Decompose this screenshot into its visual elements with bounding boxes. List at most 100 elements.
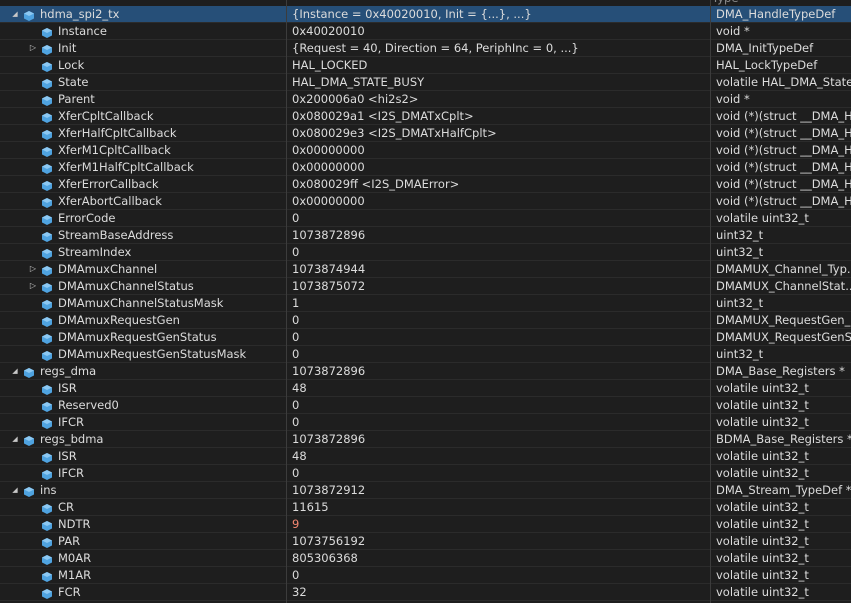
name-cell[interactable]: M1AR xyxy=(0,567,286,583)
value-cell[interactable]: 0x080029a1 <I2S_DMATxCplt> xyxy=(288,108,710,124)
value-cell[interactable]: 48 xyxy=(288,448,710,464)
value-cell[interactable]: 1073872896 xyxy=(288,363,710,379)
value-cell[interactable]: 0 xyxy=(288,312,710,328)
watch-row[interactable]: Reserved0 0 volatile uint32_t xyxy=(0,397,851,414)
watch-row[interactable]: XferErrorCallback 0x080029ff <I2S_DMAErro… xyxy=(0,176,851,193)
watch-row[interactable]: IFCR 0 volatile uint32_t xyxy=(0,465,851,482)
watch-row[interactable]: M1AR 0 volatile uint32_t xyxy=(0,567,851,584)
watch-row[interactable]: DMAmuxRequestGen 0 DMAMUX_RequestGen_... xyxy=(0,312,851,329)
value-cell[interactable]: 0 xyxy=(288,346,710,362)
watch-row[interactable]: FCR 32 volatile uint32_t xyxy=(0,584,851,601)
watch-row[interactable]: DMAmuxRequestGenStatus 0 DMAMUX_RequestGen… xyxy=(0,329,851,346)
value-cell[interactable]: 0x00000000 xyxy=(288,193,710,209)
value-cell[interactable]: 0 xyxy=(288,397,710,413)
name-cell[interactable]: ▷ Init xyxy=(0,40,286,56)
name-cell[interactable]: StreamBaseAddress xyxy=(0,227,286,243)
name-cell[interactable]: ▷ DMAmuxChannel xyxy=(0,261,286,277)
watch-row[interactable]: XferM1CpltCallback 0x00000000 void (*)(str… xyxy=(0,142,851,159)
chevron-right-icon[interactable]: ▷ xyxy=(28,43,38,53)
value-cell[interactable]: 0x080029ff <I2S_DMAError> xyxy=(288,176,710,192)
value-cell[interactable]: 0 xyxy=(288,329,710,345)
value-cell[interactable]: 0 xyxy=(288,210,710,226)
value-cell[interactable]: 0x200006a0 <hi2s2> xyxy=(288,91,710,107)
value-cell[interactable]: 11615 xyxy=(288,499,710,515)
name-cell[interactable]: ◢ regs_dma xyxy=(0,363,286,379)
watch-row[interactable]: ◢ regs_bdma 1073872896 BDMA_Base_Registers … xyxy=(0,431,851,448)
name-cell[interactable]: FCR xyxy=(0,584,286,600)
value-cell[interactable]: 0 xyxy=(288,414,710,430)
name-cell[interactable]: ErrorCode xyxy=(0,210,286,226)
name-cell[interactable]: IFCR xyxy=(0,414,286,430)
value-cell[interactable]: 1073875072 xyxy=(288,278,710,294)
column-separator-value-type[interactable] xyxy=(710,0,711,603)
value-cell[interactable]: 0 xyxy=(288,567,710,583)
value-cell[interactable]: 0x00000000 xyxy=(288,159,710,175)
watch-row[interactable]: CR 11615 volatile uint32_t xyxy=(0,499,851,516)
name-cell[interactable]: ISR xyxy=(0,380,286,396)
value-cell[interactable]: {Instance = 0x40020010, Init = {...}, ..… xyxy=(288,6,710,22)
chevron-down-icon[interactable]: ◢ xyxy=(10,434,20,444)
value-cell[interactable]: 9 xyxy=(288,516,710,532)
value-cell[interactable]: HAL_DMA_STATE_BUSY xyxy=(288,74,710,90)
name-cell[interactable]: DMAmuxRequestGenStatusMask xyxy=(0,346,286,362)
value-cell[interactable]: 1073872912 xyxy=(288,482,710,498)
value-cell[interactable]: 0x40020010 xyxy=(288,23,710,39)
chevron-right-icon[interactable]: ▷ xyxy=(28,281,38,291)
value-cell[interactable]: 1 xyxy=(288,295,710,311)
name-cell[interactable]: CR xyxy=(0,499,286,515)
value-cell[interactable]: 48 xyxy=(288,380,710,396)
value-cell[interactable]: 1073756192 xyxy=(288,533,710,549)
name-cell[interactable]: ◢ regs_bdma xyxy=(0,431,286,447)
name-cell[interactable]: Parent xyxy=(0,91,286,107)
watch-row[interactable]: M0AR 805306368 volatile uint32_t xyxy=(0,550,851,567)
watch-row[interactable]: ▷ Init {Request = 40, Direction = 64, Peri… xyxy=(0,40,851,57)
name-cell[interactable]: XferErrorCallback xyxy=(0,176,286,192)
value-cell[interactable]: 0 xyxy=(288,465,710,481)
value-cell[interactable]: HAL_LOCKED xyxy=(288,57,710,73)
name-cell[interactable]: NDTR xyxy=(0,516,286,532)
watch-row[interactable]: NDTR 9 volatile uint32_t xyxy=(0,516,851,533)
name-cell[interactable]: ▷ DMAmuxChannelStatus xyxy=(0,278,286,294)
value-cell[interactable]: 0 xyxy=(288,244,710,260)
watch-row[interactable]: Lock HAL_LOCKED HAL_LockTypeDef xyxy=(0,57,851,74)
name-cell[interactable]: XferAbortCallback xyxy=(0,193,286,209)
name-cell[interactable]: M0AR xyxy=(0,550,286,566)
watch-row[interactable]: XferCpltCallback 0x080029a1 <I2S_DMATxCpl… xyxy=(0,108,851,125)
chevron-down-icon[interactable]: ◢ xyxy=(10,9,20,19)
name-cell[interactable]: State xyxy=(0,74,286,90)
chevron-down-icon[interactable]: ◢ xyxy=(10,366,20,376)
watch-row[interactable]: ISR 48 volatile uint32_t xyxy=(0,380,851,397)
name-cell[interactable]: ISR xyxy=(0,448,286,464)
chevron-down-icon[interactable]: ◢ xyxy=(10,485,20,495)
name-cell[interactable]: XferM1HalfCpltCallback xyxy=(0,159,286,175)
watch-row[interactable]: XferAbortCallback 0x00000000 void (*)(stru… xyxy=(0,193,851,210)
column-separator-name-value[interactable] xyxy=(286,0,287,603)
watch-row[interactable]: StreamBaseAddress 1073872896 uint32_t xyxy=(0,227,851,244)
watch-row[interactable]: ◢ regs_dma 1073872896 DMA_Base_Registers * xyxy=(0,363,851,380)
watch-row[interactable]: ◢ ins 1073872912 DMA_Stream_TypeDef * xyxy=(0,482,851,499)
watch-row[interactable]: StreamIndex 0 uint32_t xyxy=(0,244,851,261)
name-cell[interactable]: PAR xyxy=(0,533,286,549)
name-cell[interactable]: Instance xyxy=(0,23,286,39)
watch-row[interactable]: ISR 48 volatile uint32_t xyxy=(0,448,851,465)
name-cell[interactable]: ◢ ins xyxy=(0,482,286,498)
name-cell[interactable]: DMAmuxRequestGenStatus xyxy=(0,329,286,345)
name-cell[interactable]: XferM1CpltCallback xyxy=(0,142,286,158)
watch-row[interactable]: Instance 0x40020010 void * xyxy=(0,23,851,40)
watch-row[interactable]: XferM1HalfCpltCallback 0x00000000 void (*)… xyxy=(0,159,851,176)
value-cell[interactable]: 0x00000000 xyxy=(288,142,710,158)
name-cell[interactable]: Reserved0 xyxy=(0,397,286,413)
watch-row[interactable]: IFCR 0 volatile uint32_t xyxy=(0,414,851,431)
type-column-header[interactable]: Type xyxy=(712,0,738,5)
value-cell[interactable]: 0x080029e3 <I2S_DMATxHalfCplt> xyxy=(288,125,710,141)
value-cell[interactable]: 1073872896 xyxy=(288,227,710,243)
name-cell[interactable]: XferCpltCallback xyxy=(0,108,286,124)
value-cell[interactable]: 32 xyxy=(288,584,710,600)
value-cell[interactable]: {Request = 40, Direction = 64, PeriphInc… xyxy=(288,40,710,56)
watch-row[interactable]: DMAmuxChannelStatusMask 1 uint32_t xyxy=(0,295,851,312)
name-cell[interactable]: DMAmuxRequestGen xyxy=(0,312,286,328)
watch-row[interactable]: PAR 1073756192 volatile uint32_t xyxy=(0,533,851,550)
value-cell[interactable]: 805306368 xyxy=(288,550,710,566)
watch-row[interactable]: ErrorCode 0 volatile uint32_t xyxy=(0,210,851,227)
watch-row[interactable]: ▷ DMAmuxChannelStatus 1073875072 DMAMUX_Cha… xyxy=(0,278,851,295)
